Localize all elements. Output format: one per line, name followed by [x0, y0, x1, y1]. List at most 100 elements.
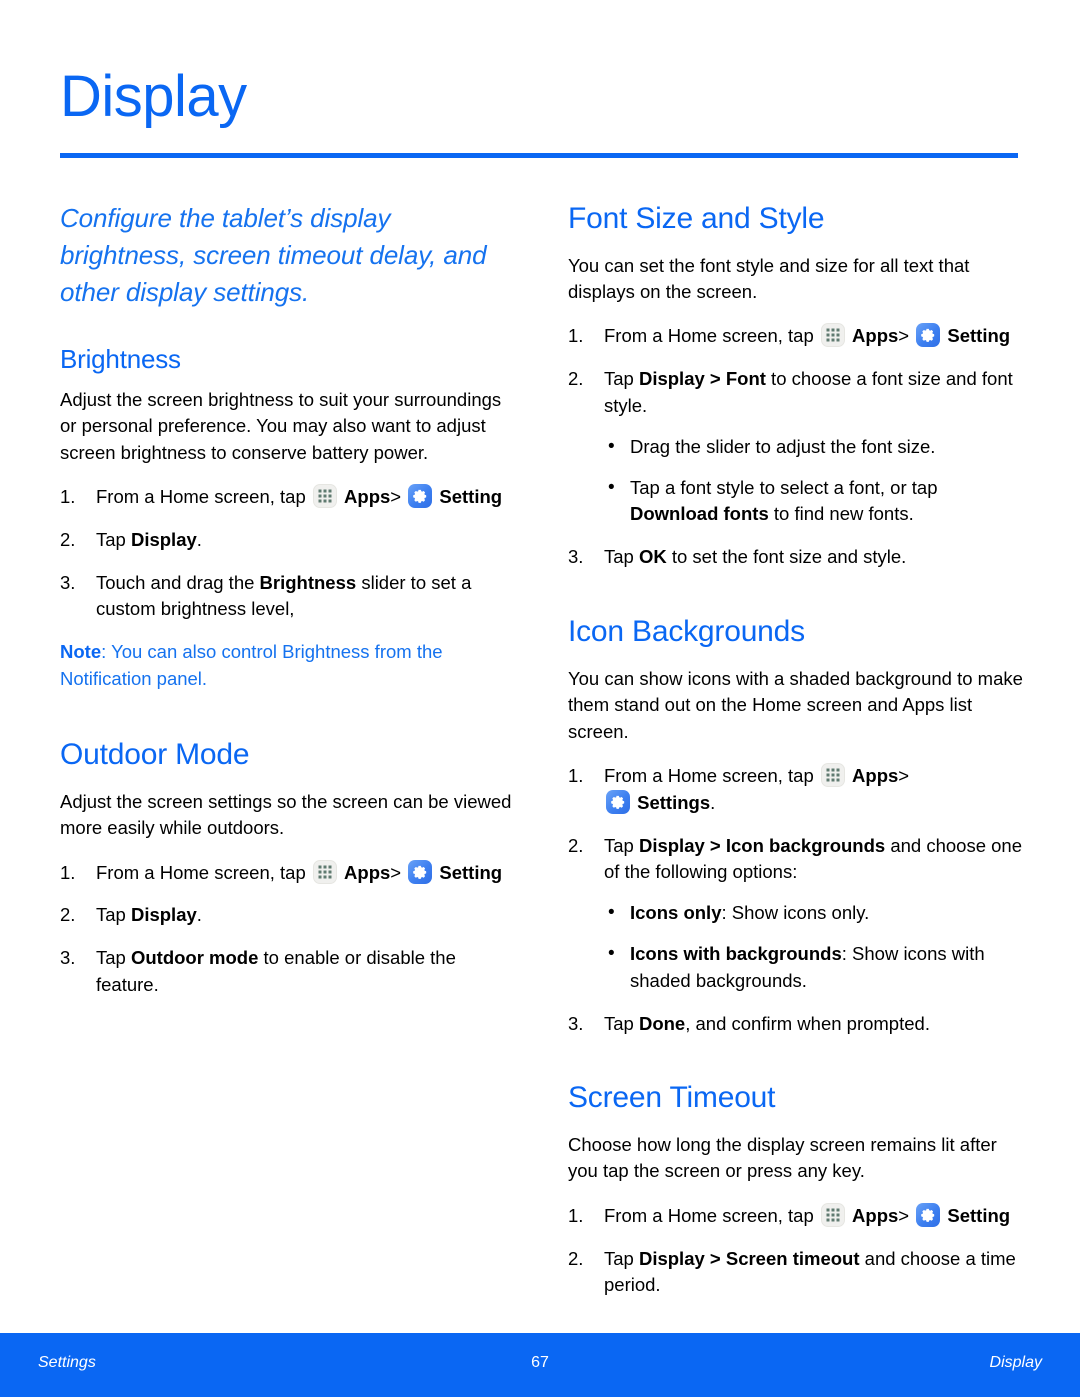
font-size-description: You can set the font style and size for …: [568, 254, 970, 302]
step-item: 2. Tap Display > Icon backgrounds and cho…: [568, 833, 1023, 995]
note-label: Note: [60, 641, 102, 663]
bullet-dot: •: [608, 943, 615, 965]
step-number: 2.: [60, 528, 76, 550]
step-item: 1. From a Home screen, tap Apps> Setting: [60, 859, 520, 887]
outdoor-mode-steps: 1. From a Home screen, tap Apps> Setting …: [60, 859, 520, 999]
apps-grid-icon: [312, 483, 337, 508]
step-emphasis: Outdoor mode: [130, 947, 259, 969]
step-emphasis: Display > Icon backgrounds: [638, 834, 886, 856]
right-column: Font Size and Style You can set the font…: [568, 200, 1023, 1315]
step-item: 1. From a Home screen, tap Apps> Setting: [568, 1202, 1023, 1230]
step-emphasis: Display > Font: [638, 368, 766, 390]
step-number: 3.: [568, 1012, 584, 1034]
heading-outdoor-mode: Outdoor Mode: [60, 738, 250, 772]
step-text: Tap: [604, 834, 639, 856]
footer-chapter-label: Display: [989, 1354, 1042, 1371]
step-text-tail: .: [196, 528, 202, 550]
heading-icon-backgrounds: Icon Backgrounds: [568, 615, 805, 649]
screen-timeout-description: Choose how long the display screen remai…: [568, 1133, 997, 1182]
step-number: 3.: [60, 947, 76, 969]
step-text: From a Home screen, tap: [604, 325, 814, 347]
bullet-emphasis: Icons with backgrounds: [630, 943, 842, 965]
page-title: Display: [60, 64, 247, 129]
brightness-description: Adjust the screen brightness to suit you…: [60, 388, 502, 463]
step-text: From a Home screen, tap: [604, 1204, 814, 1226]
step-number: 1.: [60, 485, 76, 507]
icon-backgrounds-bullets: • Icons only: Show icons only. • Icons wit…: [604, 900, 1023, 994]
bullet-text-tail: to find new fonts.: [768, 503, 914, 525]
footer-page-number: 67: [531, 1354, 549, 1371]
step-text: Touch and drag the: [96, 571, 260, 593]
settings-label: Setting: [439, 485, 503, 507]
left-column: Configure the tablet’s display brightnes…: [60, 200, 520, 1015]
step-number: 2.: [568, 1247, 584, 1269]
bullet-item: • Drag the slider to adjust the font size…: [604, 434, 1023, 461]
step-item: 1. From a Home screen, tap Apps> Settings…: [568, 762, 1023, 817]
step-separator: >: [898, 764, 910, 786]
step-text-tail: .: [196, 904, 202, 926]
step-emphasis: Done: [638, 1012, 686, 1034]
step-text: Tap: [604, 1247, 639, 1269]
step-separator: >: [390, 485, 402, 507]
step-number: 3.: [568, 546, 584, 568]
step-text: From a Home screen, tap: [604, 764, 814, 786]
screen-timeout-steps: 1. From a Home screen, tap Apps> Setting …: [568, 1202, 1023, 1299]
step-number: 1.: [568, 1204, 584, 1226]
step-number: 1.: [60, 861, 76, 883]
apps-grid-icon: [820, 323, 845, 348]
settings-gear-icon: [408, 859, 433, 884]
heading-brightness: Brightness: [60, 343, 181, 374]
step-text-tail: .: [710, 791, 716, 813]
page-footer: Settings 67 Display: [0, 1333, 1080, 1397]
step-item: 1. From a Home screen, tap Apps> Setting: [60, 483, 520, 511]
step-text: From a Home screen, tap: [96, 485, 306, 507]
apps-label: Apps: [852, 764, 899, 786]
brightness-steps: 1. From a Home screen, tap Apps> Setting …: [60, 483, 520, 624]
font-size-steps: 1. From a Home screen, tap Apps> Setting …: [568, 323, 1023, 571]
apps-label: Apps: [344, 861, 391, 883]
bullet-item: • Icons with backgrounds: Show icons with…: [604, 941, 1023, 995]
bullet-emphasis: Icons only: [630, 902, 722, 924]
apps-label: Apps: [852, 325, 899, 347]
note-text: : You can also control Brightness from t…: [60, 641, 443, 689]
step-item: 3. Tap OK to set the font size and style.: [568, 544, 1023, 571]
step-separator: >: [390, 861, 402, 883]
step-item: 3. Tap Outdoor mode to enable or disable …: [60, 945, 520, 999]
step-text-tail: to set the font size and style.: [666, 546, 907, 568]
step-text: From a Home screen, tap: [96, 861, 306, 883]
font-size-bullets: • Drag the slider to adjust the font size…: [604, 434, 1023, 528]
bullet-text: Tap a font style to select a font, or ta…: [630, 476, 938, 498]
settings-label: Setting: [947, 325, 1011, 347]
settings-label: Settings: [637, 791, 711, 813]
brightness-note: Note: You can also control Brightness fr…: [60, 639, 520, 692]
bullet-item: • Tap a font style to select a font, or t…: [604, 475, 1023, 529]
apps-grid-icon: [820, 762, 845, 787]
step-item: 3. Touch and drag the Brightness slider t…: [60, 570, 520, 624]
step-emphasis: Display: [130, 528, 197, 550]
settings-gear-icon: [606, 789, 630, 814]
step-item: 2. Tap Display.: [60, 527, 520, 554]
heading-screen-timeout: Screen Timeout: [568, 1081, 776, 1115]
apps-label: Apps: [344, 485, 391, 507]
step-emphasis: Display: [130, 904, 197, 926]
step-text: Tap: [604, 546, 639, 568]
step-number: 1.: [568, 764, 584, 786]
bullet-text-tail: : Show icons only.: [721, 902, 870, 924]
step-emphasis: Brightness: [259, 571, 357, 593]
step-item: 3. Tap Done, and confirm when prompted.: [568, 1011, 1023, 1038]
step-separator: >: [898, 1204, 910, 1226]
step-emphasis: OK: [638, 546, 667, 568]
step-text: Tap: [604, 368, 639, 390]
step-separator: >: [898, 325, 910, 347]
step-number: 1.: [568, 325, 584, 347]
step-item: 1. From a Home screen, tap Apps> Setting: [568, 323, 1023, 350]
step-text: Tap: [604, 1012, 639, 1034]
step-emphasis: Display > Screen timeout: [638, 1247, 860, 1269]
step-text: Tap: [96, 528, 131, 550]
icon-backgrounds-description: You can show icons with a shaded backgro…: [568, 667, 1023, 742]
settings-label: Setting: [439, 861, 503, 883]
heading-font-size-and-style: Font Size and Style: [568, 202, 825, 235]
step-text: Tap: [96, 904, 131, 926]
step-number: 2.: [568, 834, 584, 856]
step-text-tail: , and confirm when prompted.: [685, 1012, 930, 1034]
